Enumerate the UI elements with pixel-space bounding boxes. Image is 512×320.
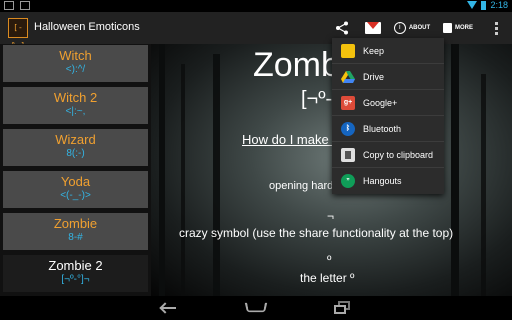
- share-option-label: Bluetooth: [363, 123, 402, 134]
- list-item-witch-2[interactable]: Witch 2 <|:~,: [3, 87, 148, 124]
- list-item-emoticon: [¬º-°]¬: [61, 274, 90, 285]
- app-icon[interactable]: [-°-]: [8, 18, 28, 50]
- drive-icon: [341, 70, 355, 84]
- overflow-menu-button[interactable]: [486, 14, 506, 42]
- share-icon: [336, 21, 348, 35]
- list-item-zombie-2[interactable]: Zombie 2 [¬º-°]¬: [3, 255, 148, 292]
- google-plus-icon: g+: [341, 95, 355, 110]
- instruction-symbol-2: º: [327, 253, 332, 267]
- share-option-label: Drive: [363, 71, 385, 82]
- emoticon-list: Witch <):^/ Witch 2 <|:~, Wizard 8(:-) Y…: [0, 44, 151, 296]
- more-label: MORE: [455, 25, 473, 31]
- share-option-hangouts[interactable]: ” Hangouts: [332, 168, 444, 194]
- home-icon[interactable]: [246, 301, 266, 315]
- background-tree: [181, 64, 185, 296]
- instruction-line-2: crazy symbol (use the share functionalit…: [179, 226, 454, 240]
- hangouts-icon: ”: [341, 174, 355, 188]
- gallery-notification-icon: [4, 1, 14, 10]
- more-button[interactable]: MORE: [438, 14, 478, 42]
- list-item-emoticon: <|:~,: [65, 106, 86, 117]
- share-popup-menu: Keep Drive g+ Google+ ᛒ Bluetooth Copy t…: [332, 38, 444, 194]
- share-option-label: Keep: [363, 45, 385, 56]
- share-option-label: Hangouts: [363, 176, 402, 186]
- list-item-name: Yoda: [60, 174, 91, 189]
- info-icon: i: [393, 22, 406, 34]
- app-title: Halloween Emoticons: [34, 21, 140, 33]
- share-option-google-plus[interactable]: g+ Google+: [332, 90, 444, 116]
- list-item-emoticon: 8(:-): [66, 148, 85, 159]
- instruction-line-3: the letter º: [300, 271, 355, 285]
- shopping-bag-icon: [443, 23, 452, 33]
- list-item-name: Witch: [59, 48, 92, 63]
- list-item-name: Zombie: [53, 216, 98, 231]
- background-tree: [481, 74, 486, 296]
- share-option-label: Google+: [363, 97, 398, 108]
- list-item-zombie[interactable]: Zombie 8-#: [3, 213, 148, 250]
- list-item-witch[interactable]: Witch <):^/: [3, 45, 148, 82]
- list-item-name: Zombie 2: [48, 258, 103, 273]
- list-item-yoda[interactable]: Yoda <(-_-)>: [3, 171, 148, 208]
- keep-icon: [341, 43, 355, 58]
- gmail-icon: [365, 22, 381, 34]
- list-item-wizard[interactable]: Wizard 8(:-): [3, 129, 148, 166]
- list-item-emoticon: 8-#: [68, 232, 83, 243]
- share-option-copy-to-clipboard[interactable]: Copy to clipboard: [332, 142, 444, 168]
- list-item-emoticon: <(-_-)>: [60, 190, 91, 201]
- list-item-name: Wizard: [55, 132, 96, 147]
- background-tree: [451, 44, 459, 296]
- wifi-icon: [467, 1, 478, 9]
- recent-apps-icon[interactable]: [334, 301, 352, 315]
- background-tree: [159, 44, 165, 296]
- clipboard-icon: [341, 147, 355, 162]
- status-time: 2:18: [490, 0, 508, 10]
- background-tree: [213, 54, 220, 296]
- overflow-menu-icon: [494, 21, 498, 35]
- share-option-bluetooth[interactable]: ᛒ Bluetooth: [332, 116, 444, 142]
- download-notification-icon: [20, 1, 30, 10]
- list-item-emoticon: <):^/: [65, 64, 86, 75]
- back-icon[interactable]: [160, 301, 178, 315]
- battery-icon: [481, 0, 487, 10]
- status-bar: 2:18: [0, 0, 512, 12]
- list-item-name: Witch 2: [53, 90, 98, 105]
- share-option-label: Copy to clipboard: [363, 149, 434, 160]
- share-option-keep[interactable]: Keep: [332, 38, 444, 64]
- instruction-symbol-1: ¬: [327, 209, 335, 223]
- navigation-bar: [0, 296, 512, 320]
- about-label: ABOUT: [408, 25, 431, 31]
- bluetooth-icon: ᛒ: [341, 121, 355, 136]
- share-option-drive[interactable]: Drive: [332, 64, 444, 90]
